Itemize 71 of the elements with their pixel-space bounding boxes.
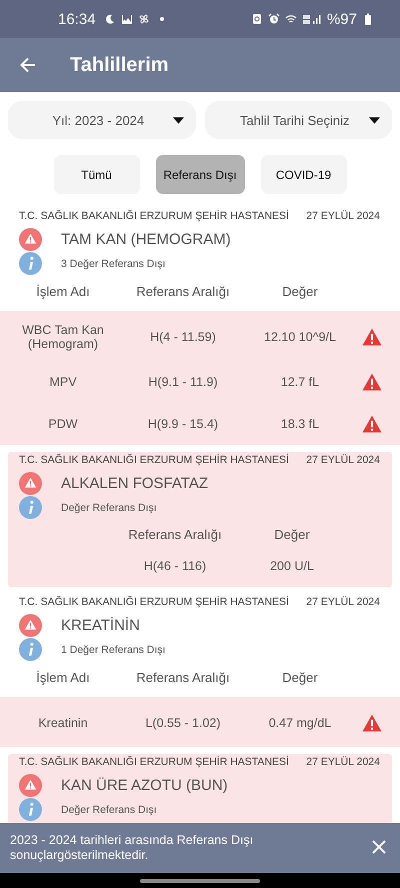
column-header: Referans Aralığı — [127, 526, 223, 542]
info-icon — [19, 798, 42, 821]
caret-icon — [369, 116, 380, 124]
warning-icon — [19, 614, 42, 637]
info-icon — [19, 252, 42, 275]
moon-icon — [104, 13, 116, 25]
table-cell-text: Kreatinin — [37, 716, 89, 730]
battery-percent: %97 — [326, 10, 357, 28]
filter-tab[interactable]: Tümü — [54, 155, 140, 194]
info-icon — [19, 496, 42, 519]
table-cell-text: WBC Tam Kan (Hemogram) — [21, 323, 105, 351]
home-handle[interactable] — [140, 878, 260, 882]
table-cell-text: H(9.1 - 11.9) — [147, 375, 219, 389]
test-name: KAN ÜRE AZOTU (BUN) — [61, 777, 228, 794]
table-cell-text: H(4 - 11.59) — [149, 330, 217, 344]
table-cell-text: 12.7 fL — [280, 375, 320, 389]
screen-title: Tahlillerim — [70, 54, 169, 76]
hospital-name: T.C. SAĞLIK BAKANLIĞI ERZURUM ŞEHİR HASTANESİ — [19, 454, 289, 466]
table-cell-text: L(0.55 - 1.02) — [144, 716, 222, 730]
warning-icon — [19, 774, 42, 797]
result-date: 27 EYLÜL 2024 — [306, 596, 380, 608]
column-header: Değer — [281, 670, 319, 684]
fan-icon — [138, 13, 150, 25]
result-date: 27 EYLÜL 2024 — [306, 454, 380, 466]
column-header: İşlem Adı — [35, 284, 91, 298]
dropdown[interactable]: Tahlil Tarihi Seçiniz — [204, 101, 392, 139]
test-name: TAM KAN (HEMOGRAM) — [61, 231, 231, 248]
info-text: 1 Değer Referans Dışı — [61, 644, 166, 656]
info-icon — [19, 638, 42, 661]
filter-tab[interactable]: COVID-19 — [260, 155, 346, 194]
column-header: Referans Aralığı — [135, 284, 231, 298]
battery-saver-icon — [250, 13, 263, 25]
table-cell-text: PDW — [47, 417, 79, 431]
status-time: 16:34 — [58, 10, 96, 28]
close-icon[interactable] — [372, 840, 386, 854]
back-icon[interactable] — [18, 55, 38, 75]
table-cell-text: 200 U/L — [269, 559, 315, 573]
hospital-name: T.C. SAĞLIK BAKANLIĞI ERZURUM ŞEHİR HASTANESİ — [19, 210, 289, 222]
info-text: Değer Referans Dışı — [61, 502, 157, 514]
dropdown-value: Yıl: 2023 - 2024 — [51, 112, 146, 128]
warning-icon — [19, 472, 42, 495]
test-name: ALKALEN FOSFATAZ — [61, 475, 208, 492]
warning-icon — [19, 228, 42, 251]
hospital-name: T.C. SAĞLIK BAKANLIĞI ERZURUM ŞEHİR HASTANESİ — [19, 596, 289, 608]
result-date: 27 EYLÜL 2024 — [306, 210, 380, 222]
alarm-icon — [268, 13, 280, 25]
table-cell-text: MPV — [48, 375, 78, 389]
result-date: 27 EYLÜL 2024 — [306, 756, 380, 768]
dot-icon — [158, 16, 165, 22]
column-header: Değer — [281, 284, 319, 298]
dropdown[interactable]: Yıl: 2023 - 2024 — [8, 101, 196, 139]
battery-icon — [362, 13, 374, 25]
table-cell-text: H(9.9 - 15.4) — [146, 417, 220, 431]
info-text: 3 Değer Referans Dışı — [61, 258, 166, 270]
column-header: Değer — [273, 526, 311, 542]
table-cell-text: 18.3 fL — [280, 417, 320, 431]
info-text: Değer Referans Dışı — [61, 804, 157, 816]
hospital-name: T.C. SAĞLIK BAKANLIĞI ERZURUM ŞEHİR HASTANESİ — [19, 756, 289, 768]
image-icon — [120, 13, 133, 25]
dropdown-value: Tahlil Tarihi Seçiniz — [238, 112, 351, 128]
snackbar-message: 2023 - 2024 tarihleri arasında Referans Dışı sonuçlargösterilmektedir. — [10, 833, 254, 863]
table-cell-text: 0.47 mg/dL — [268, 716, 332, 730]
column-header: İşlem Adı — [35, 670, 91, 684]
table-cell-text: 12.10 10^9/L — [263, 330, 337, 344]
test-name: KREATİNİN — [61, 617, 140, 634]
caret-icon — [172, 116, 184, 124]
signal-icon — [302, 13, 322, 25]
column-header: Referans Aralığı — [135, 670, 231, 684]
table-cell-text: H(46 - 116) — [142, 559, 208, 573]
filter-tab[interactable]: Referans Dışı — [156, 155, 244, 194]
wifi-icon — [284, 13, 297, 25]
